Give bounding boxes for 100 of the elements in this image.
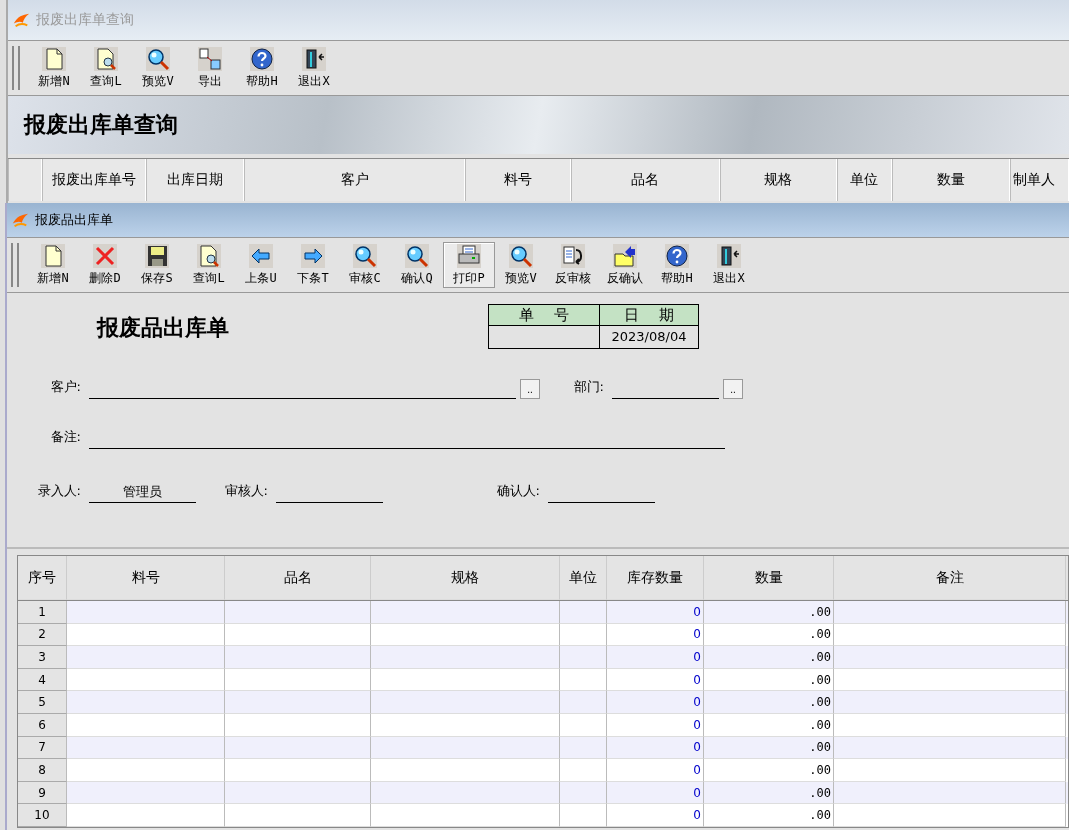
column-header — [8, 159, 42, 201]
table-cell: .00 — [704, 759, 834, 782]
toolbar-button[interactable]: 反确认 — [599, 242, 651, 288]
magnifier-icon — [509, 243, 533, 268]
toolbar-button[interactable]: 查询L — [80, 45, 132, 91]
toolbar-grip[interactable] — [11, 243, 19, 287]
toolbar-button[interactable]: 下条T — [287, 242, 339, 288]
toolbar-button[interactable]: 预览V — [132, 45, 184, 91]
row-number: 7 — [18, 736, 67, 760]
column-header: 料号 — [464, 159, 571, 201]
toolbar-button[interactable]: 查询L — [183, 242, 235, 288]
column-header: 库存数量 — [607, 556, 704, 600]
field-label: 客户: — [49, 378, 82, 396]
field-label: 录入人: — [36, 482, 82, 500]
row-number: 5 — [18, 691, 67, 714]
magnifier-icon — [353, 243, 377, 268]
column-header: 单位 — [560, 556, 607, 600]
table-cell — [560, 691, 607, 714]
column-header: 数量 — [892, 159, 1010, 201]
table-cell — [560, 759, 607, 782]
window-title: 报废出库单查询 — [36, 11, 134, 29]
column-header: 规格 — [371, 556, 560, 600]
table-cell: .00 — [704, 691, 834, 714]
column-header: 品名 — [225, 556, 371, 600]
table-cell: 0 — [607, 804, 704, 827]
column-header: 规格 — [719, 159, 837, 201]
input-field[interactable]: 管理员 — [89, 482, 196, 503]
table-header-cell: 日 期 — [600, 305, 698, 326]
column-header: 制单人 — [1009, 159, 1069, 201]
table-cell — [560, 646, 607, 669]
magnifier-icon — [405, 243, 429, 268]
table-cell: 0 — [607, 713, 704, 737]
toolbar-button[interactable]: 保存S — [131, 242, 183, 288]
toolbar-button[interactable]: 打印P — [443, 242, 495, 288]
table-cell — [560, 804, 607, 827]
table-cell: 0 — [607, 601, 704, 624]
app-logo-icon — [11, 211, 29, 229]
row-number: 4 — [18, 668, 67, 692]
row-number: 1 — [18, 601, 67, 624]
export-icon — [198, 46, 222, 71]
toolbar-button[interactable]: 反审核 — [547, 242, 599, 288]
toolbar-button[interactable]: 退出X — [288, 45, 340, 91]
toolbar-grip[interactable] — [12, 46, 20, 90]
table-cell: .00 — [704, 601, 834, 624]
table-cell: 0 — [607, 646, 704, 669]
page-magnifier-icon — [197, 243, 221, 268]
toolbar-button[interactable]: 删除D — [79, 242, 131, 288]
table-cell: .00 — [704, 804, 834, 827]
app-logo-icon — [12, 11, 30, 29]
table-cell: .00 — [704, 713, 834, 737]
cross-icon — [93, 243, 117, 268]
row-number: 8 — [18, 759, 67, 782]
column-header: 数量 — [704, 556, 834, 600]
toolbar-button[interactable]: 帮助H — [236, 45, 288, 91]
table-cell: 0 — [607, 691, 704, 714]
form-title: 报废品出库单 — [97, 313, 230, 342]
column-header: 品名 — [570, 159, 720, 201]
table-header-cell: 单 号 — [489, 305, 600, 326]
banner-title: 报废出库单查询 — [24, 110, 178, 139]
toolbar-button[interactable]: 帮助H — [651, 242, 703, 288]
floppy-disk-icon — [145, 243, 169, 268]
row-number: 6 — [18, 713, 67, 737]
table-cell — [560, 713, 607, 737]
toolbar-button[interactable]: 确认Q — [391, 242, 443, 288]
toolbar-button[interactable]: 新增N — [28, 45, 80, 91]
field-label: 部门: — [572, 378, 605, 396]
column-header: 料号 — [67, 556, 225, 600]
row-number: 3 — [18, 646, 67, 669]
column-header: 出库日期 — [146, 159, 245, 201]
column-header: 单位 — [836, 159, 892, 201]
toolbar-button[interactable]: 新增N — [27, 242, 79, 288]
table-cell: 0 — [607, 759, 704, 782]
toolbar-button[interactable]: 退出X — [703, 242, 755, 288]
table-cell — [560, 601, 607, 624]
help-icon — [665, 243, 689, 268]
row-number: 10 — [18, 804, 67, 827]
column-header: 客户 — [244, 159, 465, 201]
window-title: 报废品出库单 — [35, 211, 113, 229]
field-label: 审核人: — [223, 482, 269, 500]
toolbar-button[interactable]: 预览V — [495, 242, 547, 288]
row-number: 2 — [18, 623, 67, 647]
browse-button[interactable]: .. — [723, 379, 743, 399]
column-header: 报废出库单号 — [41, 159, 147, 201]
toolbar-button[interactable]: 审核C — [339, 242, 391, 288]
column-header: 序号 — [18, 556, 67, 600]
page-icon — [41, 243, 65, 268]
toolbar-button[interactable]: 导出 — [184, 45, 236, 91]
printer-icon — [457, 243, 481, 268]
column-header: 备注 — [834, 556, 1066, 600]
browse-button[interactable]: .. — [520, 379, 540, 399]
toolbar-button[interactable]: 上条U — [235, 242, 287, 288]
table-cell-text: 2023/08/04 — [610, 328, 688, 346]
table-cell: .00 — [704, 646, 834, 669]
field-label: 确认人: — [495, 482, 541, 500]
page-icon — [42, 46, 66, 71]
page-magnifier-icon — [94, 46, 118, 71]
row-number: 9 — [18, 781, 67, 805]
field-label: 备注: — [49, 428, 82, 446]
magnifier-icon — [146, 46, 170, 71]
help-icon — [250, 46, 274, 71]
